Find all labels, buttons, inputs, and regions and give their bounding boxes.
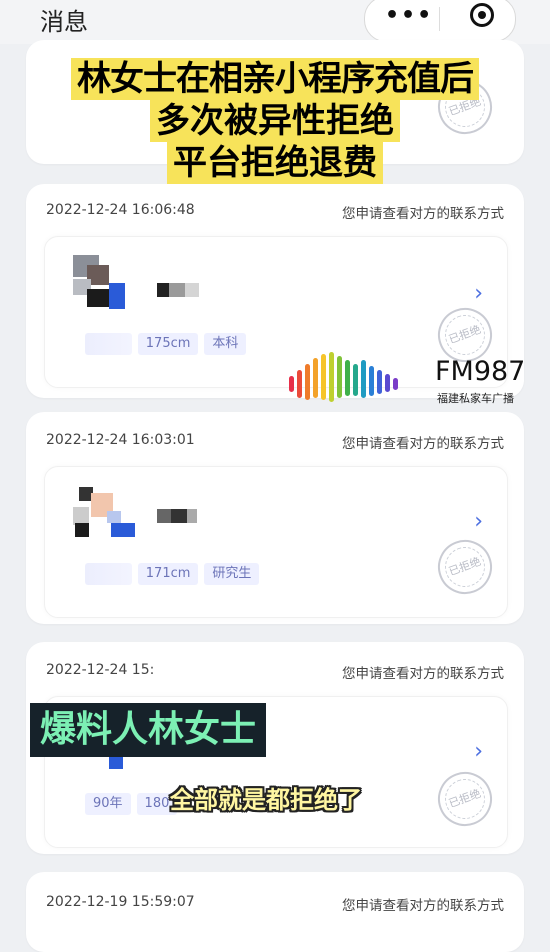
profile-tags: xxxx171cm研究生 xyxy=(85,563,265,585)
tag-birth-year: 90年 xyxy=(85,793,131,815)
tag-education: 研究生 xyxy=(204,563,260,585)
target-close-icon[interactable] xyxy=(470,3,494,27)
chevron-right-icon[interactable]: › xyxy=(474,509,483,534)
station-name: FM987 xyxy=(435,356,526,387)
video-subtitle: 全部就是都拒绝了 xyxy=(170,786,362,814)
profile-card[interactable]: › xxxx171cm研究生 xyxy=(44,466,508,618)
message-request: 您申请查看对方的联系方式 xyxy=(342,666,504,682)
message-request: 您申请查看对方的联系方式 xyxy=(342,898,504,914)
headline-line: 多次被异性拒绝 xyxy=(150,100,400,142)
tag-blurred: xxxx xyxy=(85,563,132,585)
headline-line: 平台拒绝退费 xyxy=(167,142,383,184)
tag-education: 本科 xyxy=(204,333,247,355)
message-time: 2022-12-24 16:06:48 xyxy=(46,202,195,218)
station-sub: 福建私家车广播 xyxy=(437,392,514,405)
top-bar: 消息 ••• xyxy=(0,0,550,44)
avatar-blurred xyxy=(73,255,139,311)
message-card[interactable]: 2022-12-24 16:03:01 您申请查看对方的联系方式 › xxxx1… xyxy=(26,412,524,624)
name-blurred xyxy=(157,283,201,297)
name-blurred xyxy=(157,509,201,523)
message-time: 2022-12-19 15:59:07 xyxy=(46,894,195,910)
tag-blurred: xxxx xyxy=(85,333,132,355)
headline-line: 林女士在相亲小程序充值后 xyxy=(71,58,479,100)
profile-tags: 90年 180 xyxy=(85,793,183,815)
mini-program-capsule: ••• xyxy=(364,0,516,42)
avatar-blurred xyxy=(73,487,139,543)
capsule-divider xyxy=(439,7,440,31)
tag-height: 175cm xyxy=(137,333,199,355)
chevron-right-icon[interactable]: › xyxy=(474,281,483,306)
news-headline: 林女士在相亲小程序充值后 多次被异性拒绝 平台拒绝退费 xyxy=(0,58,550,184)
message-time: 2022-12-24 15: xyxy=(46,662,155,678)
more-dots-icon[interactable]: ••• xyxy=(385,3,433,28)
speaker-caption: 爆料人林女士 xyxy=(30,703,267,757)
profile-tags: xxxx175cm本科 xyxy=(85,333,252,355)
message-request: 您申请查看对方的联系方式 xyxy=(342,436,504,452)
message-time: 2022-12-24 16:03:01 xyxy=(46,432,195,448)
chevron-right-icon[interactable]: › xyxy=(474,739,483,764)
message-card[interactable]: 2022-12-19 15:59:07 您申请查看对方的联系方式 xyxy=(26,872,524,952)
page-title: 消息 xyxy=(40,8,88,36)
message-request: 您申请查看对方的联系方式 xyxy=(342,206,504,222)
tag-height: 171cm xyxy=(137,563,199,585)
station-logo-icon xyxy=(289,352,398,402)
